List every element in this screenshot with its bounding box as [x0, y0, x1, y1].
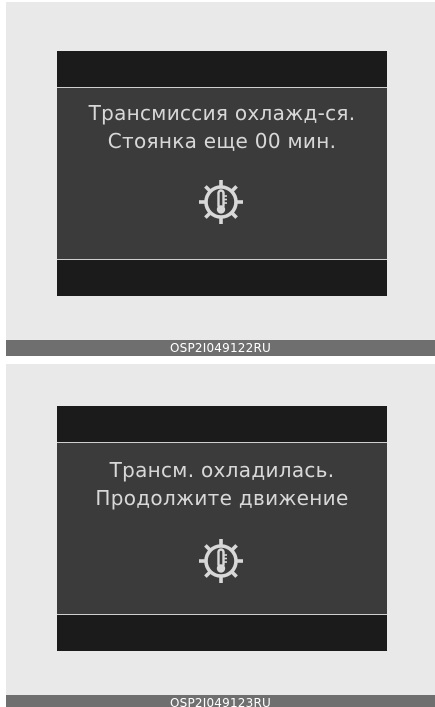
manual-figure-page: Трансмиссия охлажд-ся. Стоянка еще 00 ми… [0, 0, 435, 707]
warning-message: Трансмиссия охлажд-ся. Стоянка еще 00 ми… [57, 99, 387, 155]
warning-message-line-1: Трансмиссия охлажд-ся. [88, 101, 356, 125]
cluster-panel-cooled: Трансм. охладилась. Продолжите движение [0, 356, 435, 707]
figure-caption: OSP2I049123RU [6, 695, 435, 707]
status-message-line-1: Трансм. охладилась. [109, 458, 335, 482]
display-top-strip [57, 51, 387, 87]
display-bottom-strip [57, 260, 387, 296]
display-top-strip [57, 406, 387, 442]
status-message-line-2: Продолжите движение [95, 486, 349, 510]
cluster-display: Трансм. охладилась. Продолжите движение [57, 406, 387, 651]
transmission-temperature-gear-icon [195, 176, 247, 228]
transmission-temperature-gear-icon [195, 535, 247, 587]
warning-message-line-2: Стоянка еще 00 мин. [107, 129, 337, 153]
cluster-display: Трансмиссия охлажд-ся. Стоянка еще 00 ми… [57, 51, 387, 296]
figure-caption: OSP2I049122RU [6, 340, 435, 356]
cluster-panel-cooling: Трансмиссия охлажд-ся. Стоянка еще 00 ми… [0, 0, 435, 356]
status-message: Трансм. охладилась. Продолжите движение [57, 456, 387, 512]
display-bottom-strip [57, 615, 387, 651]
